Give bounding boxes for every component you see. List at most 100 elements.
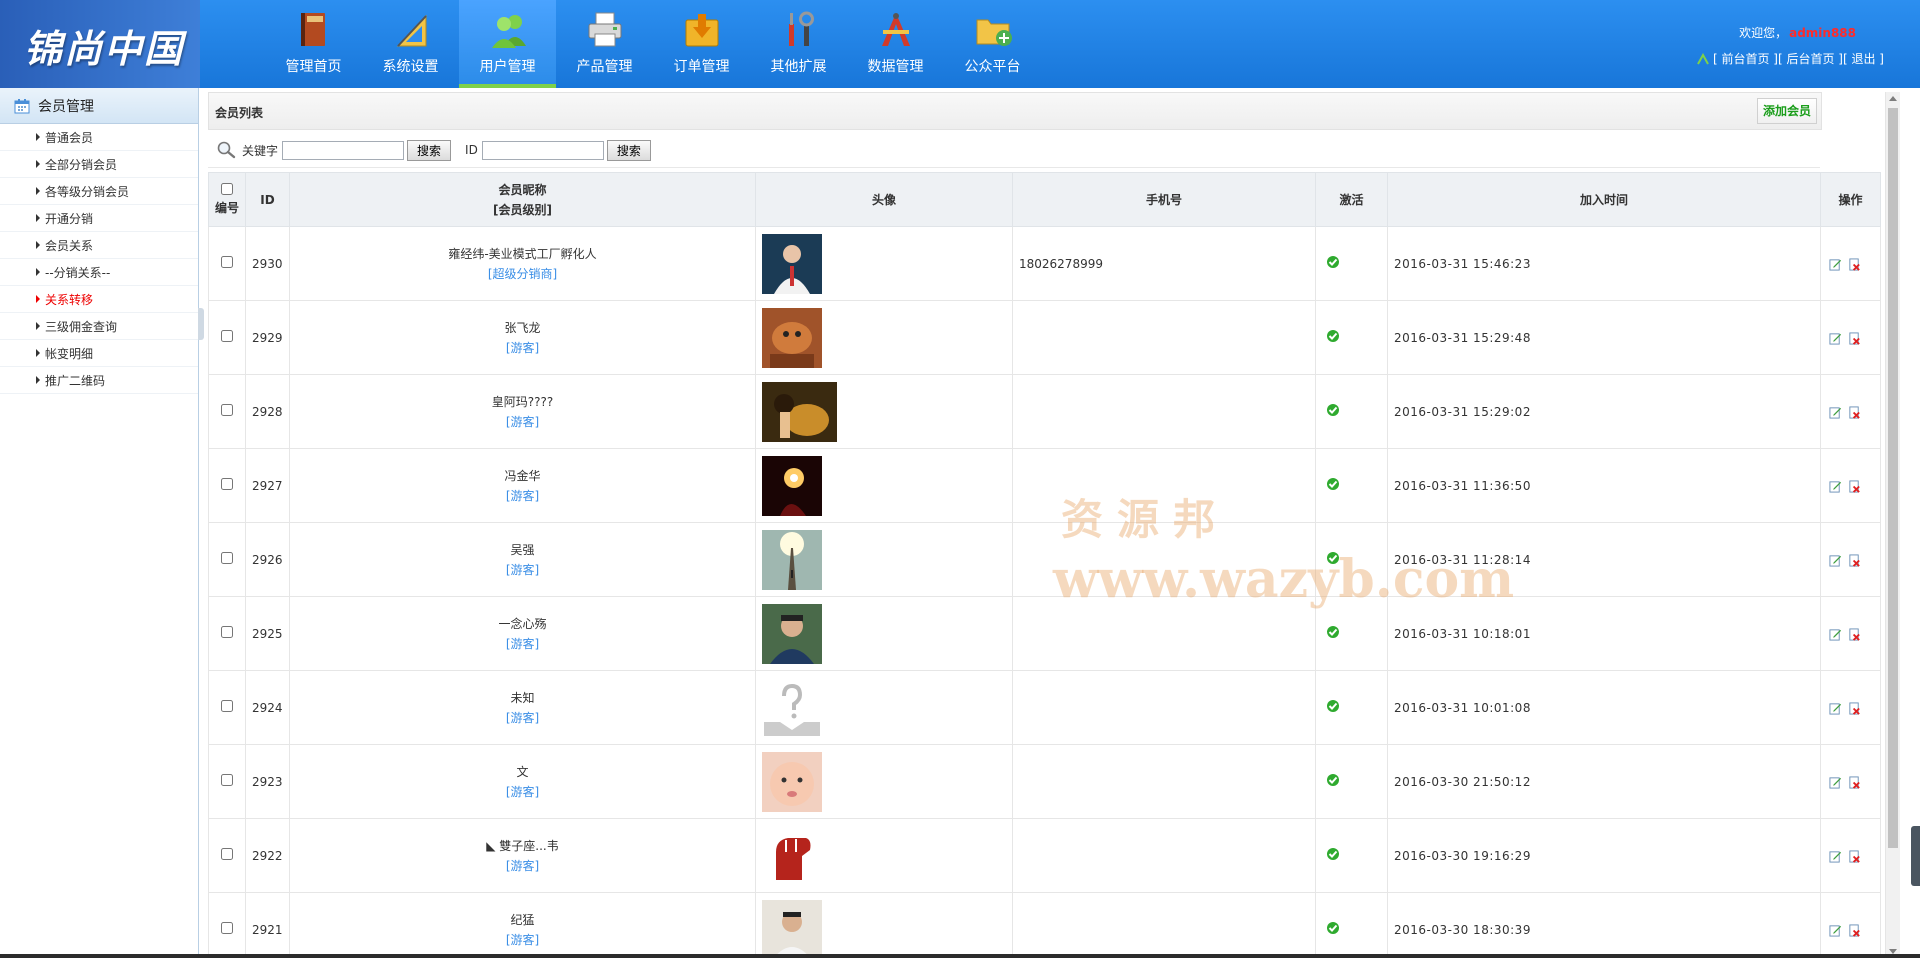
nav-item-5[interactable]: 其他扩展 <box>750 0 847 88</box>
sidebar-item-4[interactable]: 会员关系 <box>0 232 198 259</box>
row-checkbox[interactable] <box>221 330 233 342</box>
row-checkbox[interactable] <box>221 774 233 786</box>
delete-icon[interactable] <box>1848 405 1861 419</box>
vertical-scrollbar[interactable] <box>1885 92 1900 958</box>
table-row: 2929 张飞龙 [游客] 2016-03-31 15:29:48 <box>208 300 1881 375</box>
delete-icon[interactable] <box>1848 701 1861 715</box>
nav-item-2[interactable]: 用户管理 <box>459 0 556 88</box>
keyword-search-button[interactable]: 搜索 <box>407 139 452 161</box>
edit-icon[interactable] <box>1829 776 1842 789</box>
delete-icon[interactable] <box>1848 627 1861 641</box>
logo-area: 锦尚中国 <box>0 0 200 88</box>
active-cell <box>1315 226 1388 301</box>
id-search-button[interactable]: 搜索 <box>606 139 651 161</box>
member-level-link[interactable]: [游客] <box>290 930 755 950</box>
edit-icon[interactable] <box>1829 554 1842 567</box>
sidebar-item-5[interactable]: --分销关系-- <box>0 259 198 286</box>
row-checkbox[interactable] <box>221 478 233 490</box>
row-checkbox[interactable] <box>221 256 233 268</box>
sidebar-item-3[interactable]: 开通分销 <box>0 205 198 232</box>
member-level-link[interactable]: [游客] <box>290 782 755 802</box>
delete-icon[interactable] <box>1848 775 1861 789</box>
edit-icon[interactable] <box>1829 332 1842 345</box>
member-level-link[interactable]: [游客] <box>290 856 755 876</box>
member-level-link[interactable]: [游客] <box>290 634 755 654</box>
main-content: 会员列表 添加会员 关键字 搜索 ID 搜索 编号 ID 会员昵称 [会员级别]… <box>208 88 1890 958</box>
edit-icon[interactable] <box>1829 480 1842 493</box>
sidebar-item-9[interactable]: 推广二维码 <box>0 367 198 394</box>
edit-icon[interactable] <box>1829 628 1842 641</box>
select-all-checkbox[interactable] <box>221 183 233 195</box>
active-cell <box>1315 892 1388 958</box>
edit-icon[interactable] <box>1829 702 1842 715</box>
scroll-up-arrow[interactable] <box>1889 96 1897 101</box>
row-checkbox[interactable] <box>221 700 233 712</box>
member-name-cell: 吴强 [游客] <box>289 522 756 597</box>
active-cell <box>1315 300 1388 375</box>
id-input[interactable] <box>481 140 604 160</box>
ops-cell <box>1820 448 1881 523</box>
member-name-cell: 雍经纬-美业模式工厂孵化人 [超级分销商] <box>289 226 756 301</box>
scroll-thumb[interactable] <box>1888 108 1898 848</box>
member-id: 2930 <box>245 226 290 301</box>
member-level-link[interactable]: [游客] <box>290 338 755 358</box>
nav-label: 系统设置 <box>382 59 439 75</box>
nav-item-1[interactable]: 系统设置 <box>362 0 459 88</box>
admin-home-link[interactable]: [ 后台首页 ] <box>1778 50 1843 67</box>
sidebar-item-6[interactable]: 关系转移 <box>0 286 198 313</box>
member-id: 2924 <box>245 670 290 745</box>
front-home-link[interactable]: [ 前台首页 ] <box>1713 50 1778 67</box>
header-nick-label: 会员昵称 <box>498 182 547 197</box>
delete-icon[interactable] <box>1848 923 1861 937</box>
logo: 锦尚中国 <box>24 26 185 71</box>
row-checkbox[interactable] <box>221 552 233 564</box>
member-level-link[interactable]: [游客] <box>290 486 755 506</box>
delete-icon[interactable] <box>1848 553 1861 567</box>
row-checkbox[interactable] <box>221 848 233 860</box>
sidebar-collapse-handle[interactable] <box>198 308 204 340</box>
member-level-link[interactable]: [超级分销商] <box>290 264 755 284</box>
nav-item-4[interactable]: 订单管理 <box>653 0 750 88</box>
sidebar-item-label: 全部分销会员 <box>45 157 118 172</box>
activated-check-icon <box>1327 330 1339 342</box>
keyword-label: 关键字 <box>242 143 279 158</box>
sidebar-item-8[interactable]: 帐变明细 <box>0 340 198 367</box>
table-row: 2922 ◣ 雙子座...韦 [游客] 2016-03-30 19:16:29 <box>208 818 1881 893</box>
member-id: 2923 <box>245 744 290 819</box>
join-time: 2016-03-30 21:50:12 <box>1387 744 1821 819</box>
edit-icon[interactable] <box>1829 258 1842 271</box>
nav-item-6[interactable]: 数据管理 <box>847 0 944 88</box>
edit-icon[interactable] <box>1829 406 1842 419</box>
nav-item-7[interactable]: 公众平台 <box>944 0 1041 88</box>
delete-icon[interactable] <box>1848 479 1861 493</box>
delete-icon[interactable] <box>1848 849 1861 863</box>
edit-icon[interactable] <box>1829 924 1842 937</box>
activated-check-icon <box>1327 552 1339 564</box>
sidebar-title: 会员管理 <box>38 98 94 115</box>
edge-tab[interactable] <box>1911 826 1920 886</box>
sidebar-item-7[interactable]: 三级佣金查询 <box>0 313 198 340</box>
member-level-link[interactable]: [游客] <box>290 708 755 728</box>
keyword-input[interactable] <box>282 140 405 160</box>
table-row: 2921 纪猛 [游客] 2016-03-30 18:30:39 <box>208 892 1881 958</box>
avatar-cell <box>755 892 1013 958</box>
download-box-icon <box>685 14 719 47</box>
sidebar-item-1[interactable]: 全部分销会员 <box>0 151 198 178</box>
nav-item-0[interactable]: 管理首页 <box>265 0 362 88</box>
member-level-link[interactable]: [游客] <box>290 560 755 580</box>
delete-icon[interactable] <box>1848 257 1861 271</box>
member-nickname: 纪猛 <box>510 912 535 927</box>
row-checkbox[interactable] <box>221 404 233 416</box>
member-level-link[interactable]: [游客] <box>290 412 755 432</box>
delete-icon[interactable] <box>1848 331 1861 345</box>
edit-icon[interactable] <box>1829 850 1842 863</box>
sidebar-item-0[interactable]: 普通会员 <box>0 124 198 151</box>
row-checkbox[interactable] <box>221 922 233 934</box>
add-member-button[interactable]: 添加会员 <box>1756 98 1817 124</box>
sidebar-item-2[interactable]: 各等级分销会员 <box>0 178 198 205</box>
member-phone <box>1012 670 1316 745</box>
logout-link[interactable]: [ 退出 ] <box>1843 50 1884 67</box>
row-checkbox[interactable] <box>221 626 233 638</box>
compass-icon <box>882 13 910 46</box>
nav-item-3[interactable]: 产品管理 <box>556 0 653 88</box>
